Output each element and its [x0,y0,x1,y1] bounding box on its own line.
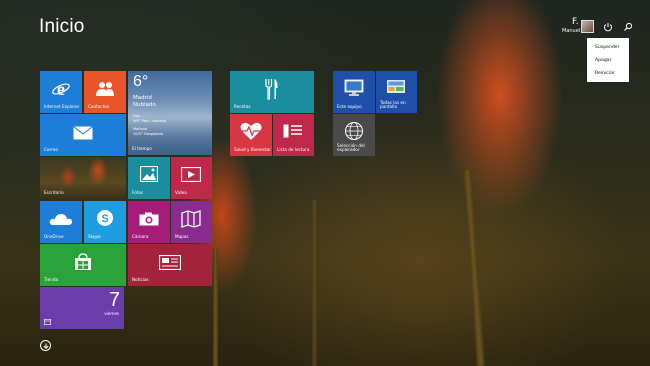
avatar[interactable] [581,20,594,33]
tile-maps[interactable]: Mapas [171,201,212,243]
tile-label: Mapas [175,234,189,240]
background-flower-stem [463,169,485,366]
tile-label: Fotos [132,190,144,196]
tile-reading-list[interactable]: Lista de lectura [273,114,314,156]
user-name: Manuel [562,28,581,34]
menu-item-suspend[interactable]: Suspender [587,41,629,54]
tile-photos[interactable]: Fotos [128,157,170,199]
menu-item-shutdown[interactable]: Apagar [587,54,629,67]
mail-icon [73,126,93,140]
tile-this-pc[interactable]: Este equipo [333,71,375,113]
arrow-down-icon [42,343,49,349]
menu-item-restart[interactable]: Reiniciar [587,67,629,80]
weather-tomorrow: 10/3° Despejado [133,132,164,136]
tile-mail[interactable]: Correo [40,114,126,156]
weather-condition: Nublado [133,102,156,108]
tile-label: Tienda [44,277,59,283]
background-flower-stem [312,200,317,366]
tile-label: Cámara [132,234,149,240]
calendar-weekday: viernes [104,311,119,316]
background-flower-stem [213,250,218,366]
tile-desktop[interactable]: Escritorio [40,157,126,199]
tile-video[interactable]: Vídeo [171,157,212,199]
tile-default-browser[interactable]: Selección del explorador [333,114,375,156]
calendar-icon [44,319,51,325]
tile-label: Selección del explorador [337,142,365,153]
fork-knife-icon [265,79,278,100]
tile-contacts[interactable]: Contactos [84,71,126,113]
weather-temperature: 6° [133,73,149,90]
people-icon [96,82,114,96]
weather-tomorrow-label: Mañana [133,127,148,131]
search-icon[interactable] [623,22,633,32]
photo-icon [140,166,158,182]
camera-icon [139,212,159,226]
tile-label: Vídeo [175,190,187,196]
video-icon [181,167,201,182]
skype-icon: S [97,210,113,226]
tile-health[interactable]: Salud y Bienestar [230,114,272,156]
tile-control-panel[interactable]: Todas las en pantalla [376,71,417,113]
tile-label: OneDrive [44,234,64,240]
tile-skype[interactable]: S Skype [84,201,126,243]
heart-icon [240,122,262,140]
tile-label: El tiempo [132,146,152,152]
tile-onedrive[interactable]: OneDrive [40,201,82,243]
tile-recipes[interactable]: Recetas [230,71,314,113]
tile-camera[interactable]: Cámara [128,201,170,243]
tile-calendar[interactable]: 7 viernes [40,287,124,329]
tile-label: Este equipo [337,104,362,110]
tile-label: Noticias [132,277,149,283]
user-initial: F. [572,17,579,27]
power-icon[interactable] [603,22,613,32]
tile-label: Salud y Bienestar [234,147,271,153]
computer-icon [344,79,364,96]
control-panel-icon [387,80,405,93]
map-icon [181,210,201,228]
tile-label: Recetas [234,104,251,110]
store-icon [75,253,91,270]
reading-list-icon [283,124,302,138]
news-icon [159,255,181,270]
all-apps-button[interactable] [40,340,51,351]
tile-internet-explorer[interactable]: e Internet Explorer [40,71,82,113]
tile-news[interactable]: Noticias [128,244,212,286]
tile-label: Skype [88,234,101,240]
tile-store[interactable]: Tienda [40,244,126,286]
cloud-icon [49,214,72,225]
weather-city: Madrid [133,95,152,101]
tile-label: Contactos [88,104,110,110]
power-menu: Suspender Apagar Reiniciar [587,38,629,82]
internet-explorer-icon: e [52,80,70,98]
tile-label: Lista de lectura [277,147,310,153]
globe-icon [345,122,363,140]
calendar-day: 7 [108,289,120,311]
tile-label: Escritorio [44,190,64,196]
svg-text:e: e [57,80,65,98]
page-title: Inicio [39,16,85,37]
tile-label: Internet Explorer [44,104,80,110]
weather-today: 9/0° Parc. nublado [133,119,167,123]
weather-today-label: Hoy [133,114,141,118]
tile-weather[interactable]: 6° Madrid Nublado Hoy 9/0° Parc. nublado… [128,71,212,155]
tile-label: Correo [44,147,58,153]
svg-text:S: S [101,213,108,225]
tile-label: Todas las en pantalla [380,99,406,110]
